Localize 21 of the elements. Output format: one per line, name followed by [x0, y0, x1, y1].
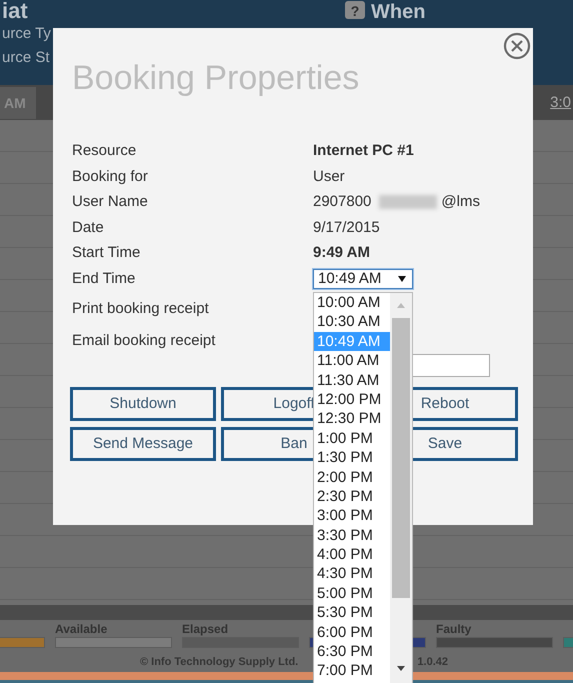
field-label: Start Time — [72, 244, 142, 263]
section-title: iat — [2, 0, 29, 22]
field-label: Print booking receipt — [72, 300, 210, 318]
field-label: Email booking receipt — [72, 332, 216, 350]
field-label: Date — [72, 218, 105, 238]
field-label: Resource — [72, 142, 138, 161]
legend-label: Available — [55, 622, 108, 637]
field-value: 2907800 — [313, 193, 372, 211]
legend-label: Faulty — [436, 622, 472, 637]
field-value: 9/17/2015 — [313, 218, 380, 236]
field-value: @lms — [441, 193, 480, 211]
field-label: urce St — [2, 48, 51, 68]
field-value: Internet PC #1 — [313, 142, 414, 160]
section-title: When — [371, 1, 426, 23]
field-label: End Time — [72, 270, 136, 288]
field-value: User — [313, 168, 345, 186]
field-label: Booking for — [72, 168, 149, 186]
field-label: User Name — [72, 193, 149, 212]
field-label: urce Ty — [2, 24, 52, 44]
field-value: 9:49 AM — [313, 244, 370, 262]
legend-label: Elapsed — [182, 622, 230, 637]
